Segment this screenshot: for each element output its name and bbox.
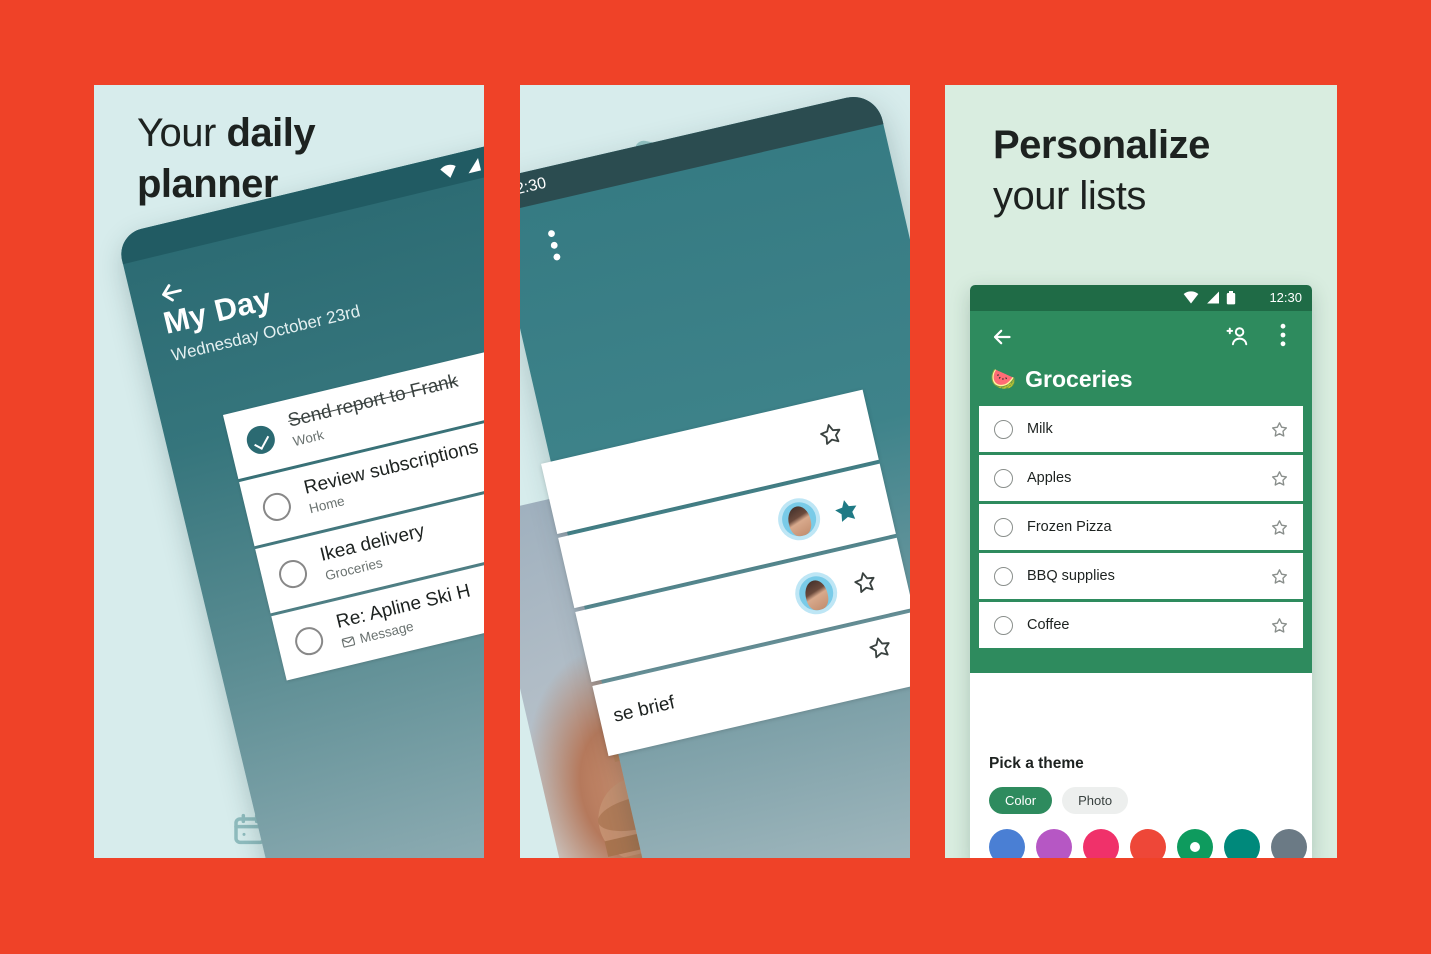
overflow-menu-icon[interactable] bbox=[1280, 323, 1286, 347]
grocery-list: Milk Apples Frozen Pizza BBQ supplies Co… bbox=[970, 406, 1312, 673]
star-icon[interactable] bbox=[1270, 518, 1289, 537]
status-time: 12:30 bbox=[520, 174, 548, 201]
task-checkbox[interactable] bbox=[243, 422, 278, 457]
task-text: Ikea delivery Groceries bbox=[318, 521, 431, 584]
task-checkbox[interactable] bbox=[292, 624, 327, 659]
signal-icon bbox=[468, 157, 482, 174]
color-swatch-pink[interactable] bbox=[1083, 829, 1119, 858]
battery-icon bbox=[1226, 291, 1236, 305]
chip-photo[interactable]: Photo bbox=[1062, 787, 1129, 814]
star-icon[interactable] bbox=[1270, 420, 1289, 439]
star-icon[interactable] bbox=[1270, 469, 1289, 488]
item-checkbox[interactable] bbox=[994, 468, 1013, 488]
item-checkbox[interactable] bbox=[994, 517, 1013, 537]
promo-panel-daily-planner: Your daily planner My Day Wednesday Octo… bbox=[94, 85, 484, 858]
back-arrow-icon[interactable] bbox=[990, 325, 1014, 349]
star-icon[interactable] bbox=[864, 632, 895, 663]
promo-panel-shared-lists: 12:30 se brief bbox=[520, 85, 910, 858]
item-checkbox[interactable] bbox=[994, 419, 1013, 439]
color-swatch-teal[interactable] bbox=[1224, 829, 1260, 858]
color-swatch-red[interactable] bbox=[1130, 829, 1166, 858]
theme-type-chips: Color Photo bbox=[989, 787, 1312, 814]
screenshot-stage: Your daily planner My Day Wednesday Octo… bbox=[0, 0, 1431, 954]
status-time: 12:30 bbox=[1269, 290, 1302, 305]
wifi-icon bbox=[1183, 291, 1199, 304]
list-item[interactable]: Milk bbox=[979, 406, 1303, 452]
item-label: Milk bbox=[1027, 421, 1053, 437]
item-checkbox[interactable] bbox=[994, 615, 1013, 635]
color-swatch-gray[interactable] bbox=[1271, 829, 1307, 858]
wifi-icon bbox=[440, 164, 456, 178]
item-label: BBQ supplies bbox=[1027, 568, 1115, 584]
color-swatch-green[interactable] bbox=[1177, 829, 1213, 858]
theme-picker-title: Pick a theme bbox=[989, 755, 1084, 772]
page-title: Personalize your lists bbox=[993, 120, 1210, 222]
item-label: Coffee bbox=[1027, 617, 1070, 633]
app-bar: 🍉 Groceries bbox=[970, 311, 1312, 406]
phone-mockup-groceries: 12:30 🍉 Groceries Milk Apples Frozen Piz… bbox=[970, 285, 1312, 858]
task-checkbox[interactable] bbox=[260, 490, 294, 524]
add-person-icon[interactable] bbox=[1225, 323, 1250, 348]
envelope-icon bbox=[341, 635, 355, 648]
task-title: se brief bbox=[611, 692, 677, 727]
list-item[interactable]: Frozen Pizza bbox=[979, 504, 1303, 550]
list-item[interactable]: Coffee bbox=[979, 602, 1303, 648]
theme-picker-sheet: Pick a theme Color Photo bbox=[970, 741, 1312, 858]
star-icon[interactable] bbox=[815, 418, 846, 449]
list-item[interactable]: Apples bbox=[979, 455, 1303, 501]
headline-bold-2: planner bbox=[137, 162, 278, 207]
list-title: Groceries bbox=[1025, 366, 1133, 392]
star-icon[interactable] bbox=[1270, 616, 1289, 635]
headline-bold: daily bbox=[226, 111, 316, 155]
chip-color[interactable]: Color bbox=[989, 787, 1053, 814]
item-label: Apples bbox=[1027, 470, 1072, 486]
watermelon-emoji: 🍉 bbox=[990, 368, 1017, 391]
headline-bold: Personalize bbox=[993, 123, 1210, 167]
item-label: Frozen Pizza bbox=[1027, 519, 1112, 535]
phone-mockup-my-day: My Day Wednesday October 23rd Send repor… bbox=[116, 136, 484, 858]
task-checkbox[interactable] bbox=[276, 557, 310, 591]
color-swatch-blue[interactable] bbox=[989, 829, 1025, 858]
star-icon[interactable] bbox=[849, 566, 880, 597]
signal-icon bbox=[1207, 291, 1219, 304]
avatar bbox=[778, 498, 820, 540]
status-bar: 12:30 bbox=[970, 285, 1312, 311]
star-icon[interactable] bbox=[1270, 567, 1289, 586]
headline-light: your lists bbox=[993, 174, 1146, 219]
color-swatch-purple[interactable] bbox=[1036, 829, 1072, 858]
avatar bbox=[795, 572, 837, 614]
theme-color-swatches bbox=[989, 829, 1312, 858]
item-checkbox[interactable] bbox=[994, 566, 1013, 586]
promo-panel-personalize: Personalize your lists 12:30 🍉 Groceries bbox=[945, 85, 1337, 858]
list-title-row: 🍉 Groceries bbox=[990, 366, 1133, 393]
headline-plain: Your bbox=[137, 111, 227, 155]
star-filled-icon[interactable] bbox=[828, 492, 864, 528]
list-item[interactable]: BBQ supplies bbox=[979, 553, 1303, 599]
